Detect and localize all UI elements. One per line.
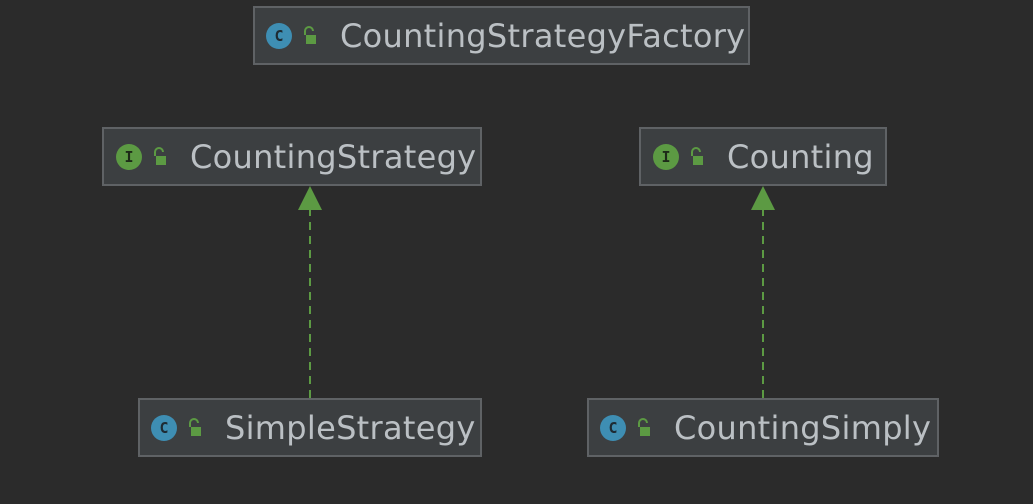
unlocked-padlock-icon xyxy=(189,417,201,436)
unlocked-padlock-icon xyxy=(691,146,703,165)
uml-class-diagram: C CountingStrategyFactory I CountingStra… xyxy=(0,0,1033,504)
interface-name: CountingStrategy xyxy=(190,137,477,176)
interface-icon: I xyxy=(653,143,679,170)
class-node-simplestrategy[interactable]: C SimpleStrategy xyxy=(138,398,482,457)
class-node-countingstrategyfactory[interactable]: C CountingStrategyFactory xyxy=(253,6,750,65)
class-name: SimpleStrategy xyxy=(225,408,476,447)
unlocked-padlock-icon xyxy=(304,25,316,44)
unlocked-padlock-icon xyxy=(154,146,166,165)
implements-edge-countingsimply-counting xyxy=(751,186,775,398)
class-icon: C xyxy=(266,22,292,49)
implements-edge-simplestrategy-countingstrategy xyxy=(298,186,322,398)
class-name: CountingStrategyFactory xyxy=(340,16,746,55)
class-icon: C xyxy=(600,414,626,441)
implements-arrowhead xyxy=(751,186,775,210)
interface-node-counting[interactable]: I Counting xyxy=(639,127,887,186)
interface-name: Counting xyxy=(727,137,874,176)
unlocked-padlock-icon xyxy=(638,417,650,436)
class-name: CountingSimply xyxy=(674,408,932,447)
implements-arrowhead xyxy=(298,186,322,210)
interface-node-countingstrategy[interactable]: I CountingStrategy xyxy=(102,127,482,186)
class-icon: C xyxy=(151,414,177,441)
interface-icon: I xyxy=(116,143,142,170)
class-node-countingsimply[interactable]: C CountingSimply xyxy=(587,398,939,457)
